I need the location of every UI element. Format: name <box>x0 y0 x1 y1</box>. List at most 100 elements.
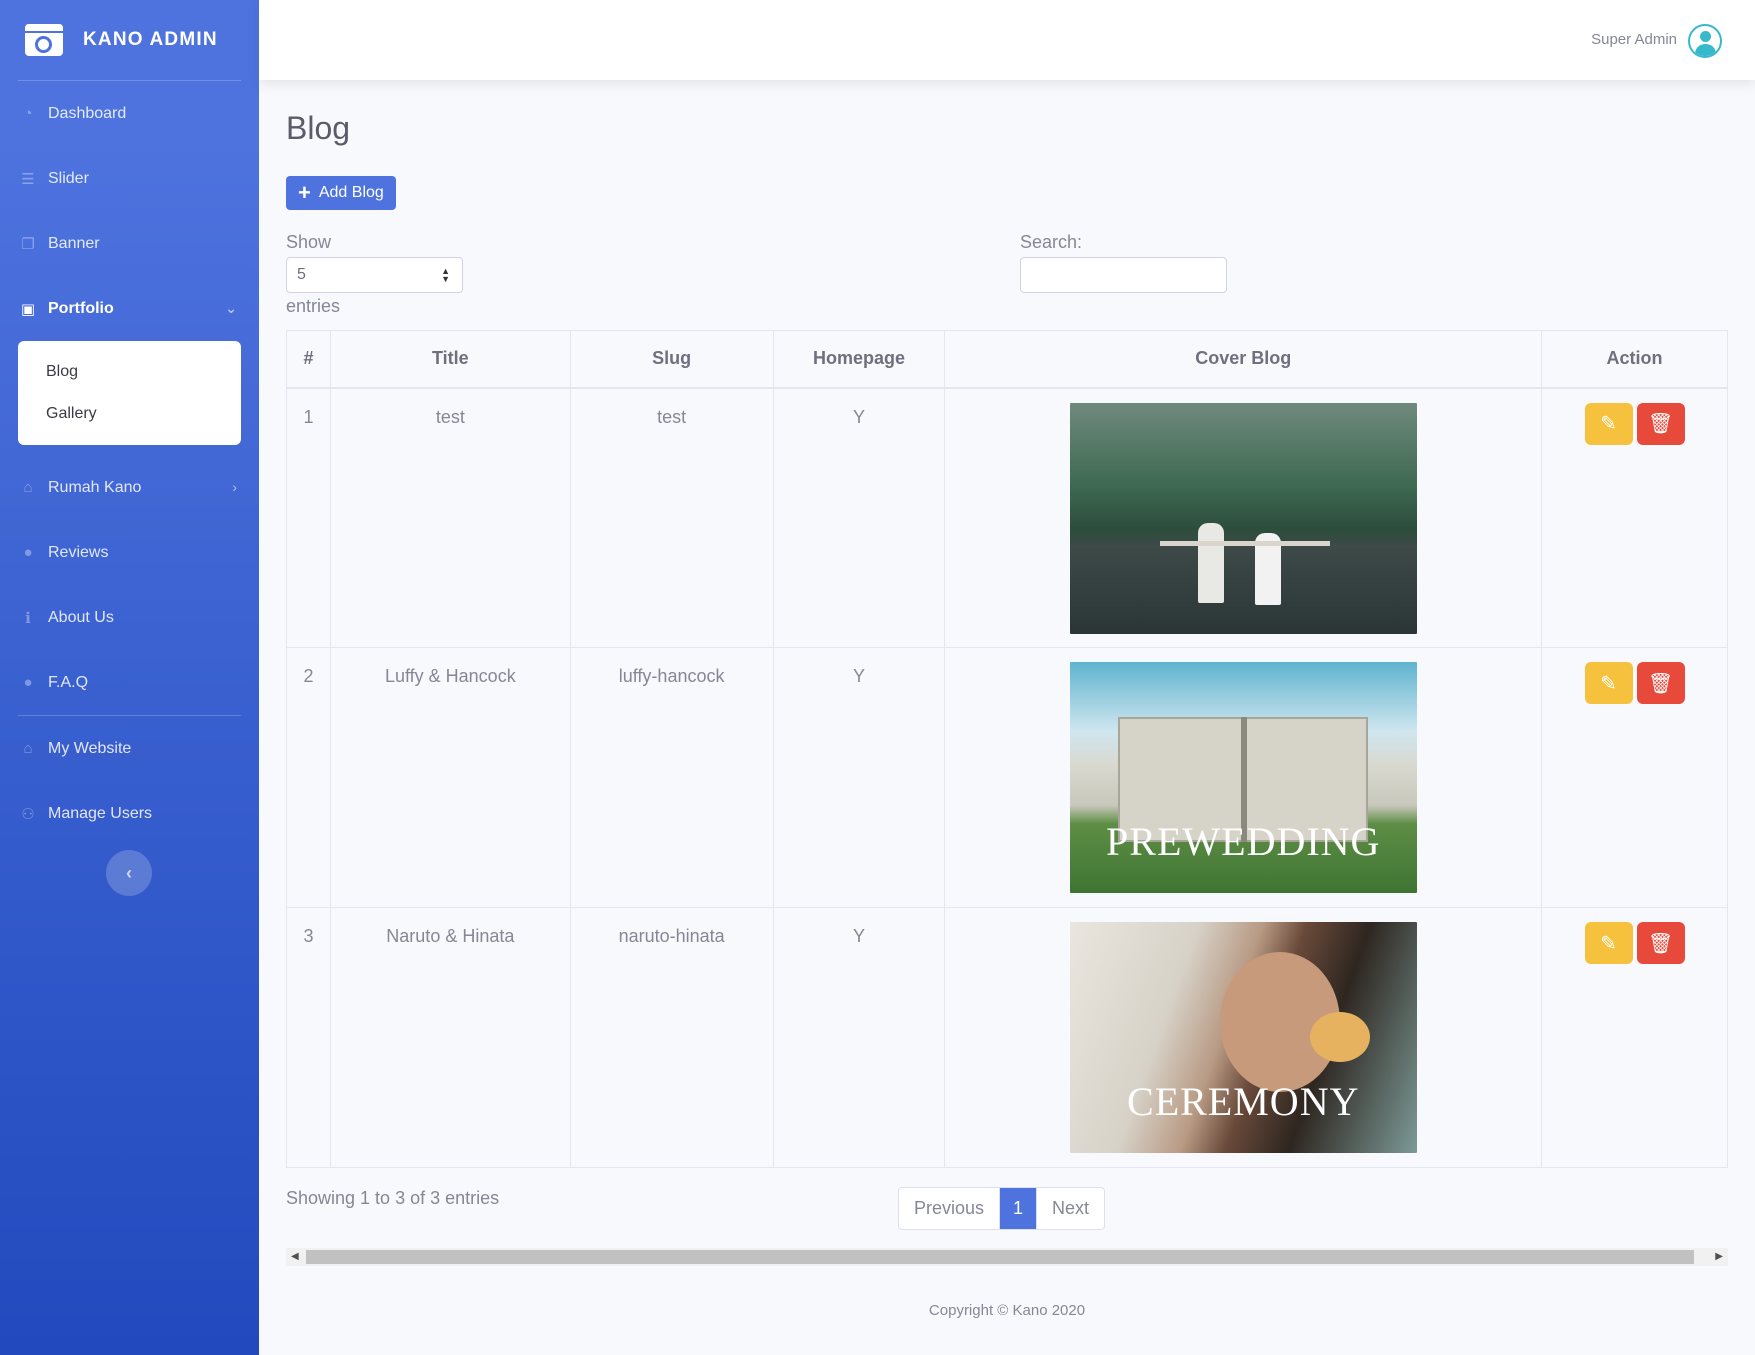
sliders-icon: ☰ <box>21 170 35 188</box>
cover-image: PREWEDDING <box>1069 662 1417 893</box>
scrollbar-thumb[interactable] <box>306 1250 1694 1264</box>
edit-button[interactable]: ✎ <box>1584 662 1633 704</box>
footer-copyright: Copyright © Kano 2020 <box>928 1302 1086 1319</box>
blog-table: # Title Slug Homepage Cover Blog Action … <box>286 330 1728 1168</box>
delete-button[interactable]: 🗑 <box>1636 662 1685 704</box>
sort-arrows-icon: ▲ ▼ <box>441 266 450 284</box>
brand-name: KANO ADMIN <box>83 29 218 50</box>
sidebar-item-about-us[interactable]: ℹ About Us <box>0 585 259 650</box>
table-header-row: # Title Slug Homepage Cover Blog Action <box>286 330 1728 389</box>
submenu-item-blog[interactable]: Blog <box>18 351 241 393</box>
cover-caption: CEREMONY <box>1127 1079 1360 1124</box>
sidebar-item-label: Dashboard <box>48 104 127 122</box>
table-row: 2 Luffy & Hancock luffy-hancock Y PREWED… <box>286 647 1728 908</box>
comments-icon: ● <box>23 544 33 561</box>
sidebar-item-label: Banner <box>48 234 100 252</box>
sidebar-item-rumah-kano[interactable]: ⌂ Rumah Kano › <box>0 455 259 520</box>
portfolio-submenu: Blog Gallery <box>18 341 241 445</box>
scroll-right-icon[interactable]: ▶ <box>1715 1251 1723 1262</box>
sidebar-item-label: Slider <box>48 169 89 187</box>
row-num: 2 <box>286 647 331 908</box>
sidebar-item-label: Reviews <box>48 543 109 561</box>
sidebar-item-label: About Us <box>48 608 114 626</box>
row-actions: ✎ 🗑 <box>1541 387 1728 648</box>
add-blog-button[interactable]: + Add Blog <box>286 176 396 210</box>
delete-button[interactable]: 🗑 <box>1636 922 1685 964</box>
horizontal-scrollbar[interactable]: ◀ ▶ <box>286 1248 1728 1266</box>
sidebar-item-banner[interactable]: ❐ Banner <box>0 211 259 276</box>
pencil-icon: ✎ <box>1600 672 1617 695</box>
chevron-right-icon: › <box>232 479 237 495</box>
pencil-icon: ✎ <box>1600 932 1617 955</box>
info-icon: ℹ <box>25 609 31 627</box>
images-icon: ❐ <box>21 235 35 253</box>
entries-label: entries <box>286 296 341 316</box>
sidebar-item-reviews[interactable]: ● Reviews <box>0 520 259 585</box>
sidebar-item-label: Rumah Kano <box>48 478 142 496</box>
pagination-page[interactable]: 1 <box>1000 1188 1038 1229</box>
row-actions: ✎ 🗑 <box>1541 647 1728 908</box>
topbar: Super Admin <box>259 0 1755 80</box>
sidebar-item-dashboard[interactable]: ◔ Dashboard <box>0 81 259 146</box>
user-name[interactable]: Super Admin <box>1591 31 1677 48</box>
header-cover-blog[interactable]: Cover Blog <box>944 330 1543 389</box>
header-title[interactable]: Title <box>329 330 571 389</box>
delete-button[interactable]: 🗑 <box>1636 402 1685 445</box>
row-homepage: Y <box>772 387 946 648</box>
sidebar-item-faq[interactable]: ● F.A.Q <box>0 650 259 715</box>
avatar[interactable] <box>1688 24 1722 58</box>
row-title: Naruto & Hinata <box>329 907 571 1168</box>
trash-icon: 🗑 <box>1647 672 1674 695</box>
row-cover <box>944 387 1543 648</box>
cover-caption: PREWEDDING <box>1106 819 1381 864</box>
cover-image: CEREMONY <box>1069 922 1417 1153</box>
edit-button[interactable]: ✎ <box>1584 922 1633 964</box>
home-icon: ⌂ <box>23 479 33 496</box>
row-cover: CEREMONY <box>944 907 1543 1168</box>
pagination-next[interactable]: Next <box>1037 1188 1104 1229</box>
chevron-down-icon: ⌄ <box>225 300 237 316</box>
submenu-item-gallery[interactable]: Gallery <box>18 393 241 435</box>
entries-select-value: 5 <box>297 266 306 283</box>
search-label: Search: <box>1020 232 1083 252</box>
pencil-icon: ✎ <box>1600 413 1617 435</box>
brand[interactable]: KANO ADMIN <box>0 0 259 80</box>
row-homepage: Y <box>772 907 946 1168</box>
portfolio-icon: ▣ <box>20 300 36 318</box>
add-blog-label: Add Blog <box>318 184 384 201</box>
header-slug[interactable]: Slug <box>569 330 774 389</box>
chevron-left-icon: ‹ <box>126 862 132 883</box>
row-title: test <box>329 387 571 648</box>
scroll-left-icon[interactable]: ◀ <box>291 1251 299 1262</box>
row-cover: PREWEDDING <box>944 647 1543 908</box>
sidebar-toggle-button[interactable]: ‹ <box>106 850 152 896</box>
sidebar-item-label: My Website <box>48 739 132 757</box>
row-slug: naruto-hinata <box>569 907 774 1168</box>
plus-icon: + <box>298 180 311 205</box>
sidebar-item-label: Manage Users <box>48 804 153 822</box>
row-title: Luffy & Hancock <box>329 647 571 908</box>
show-label: Show <box>286 232 332 252</box>
cover-image <box>1069 402 1417 634</box>
sidebar-item-manage-users[interactable]: ⚇ Manage Users <box>0 781 259 846</box>
table-info: Showing 1 to 3 of 3 entries <box>286 1188 500 1208</box>
header-action[interactable]: Action <box>1541 330 1728 389</box>
header-num[interactable]: # <box>286 330 331 389</box>
sidebar-item-label: Portfolio <box>48 299 114 317</box>
users-icon: ⚇ <box>21 805 35 823</box>
search-input[interactable] <box>1020 257 1227 293</box>
sidebar-item-my-website[interactable]: ⌂ My Website <box>0 716 259 781</box>
row-slug: test <box>569 387 774 648</box>
entries-select[interactable]: 5 ▲ ▼ <box>286 257 463 293</box>
row-actions: ✎ 🗑 <box>1541 907 1728 1168</box>
sidebar-item-slider[interactable]: ☰ Slider <box>0 146 259 211</box>
pagination-previous[interactable]: Previous <box>899 1188 1001 1229</box>
row-homepage: Y <box>772 647 946 908</box>
row-num: 3 <box>286 907 331 1168</box>
header-homepage[interactable]: Homepage <box>772 330 946 389</box>
sidebar-item-portfolio[interactable]: ▣ Portfolio ⌄ <box>0 276 259 341</box>
home-icon: ⌂ <box>23 740 33 757</box>
sidebar-item-label: F.A.Q <box>48 673 89 691</box>
row-slug: luffy-hancock <box>569 647 774 908</box>
edit-button[interactable]: ✎ <box>1584 402 1633 445</box>
